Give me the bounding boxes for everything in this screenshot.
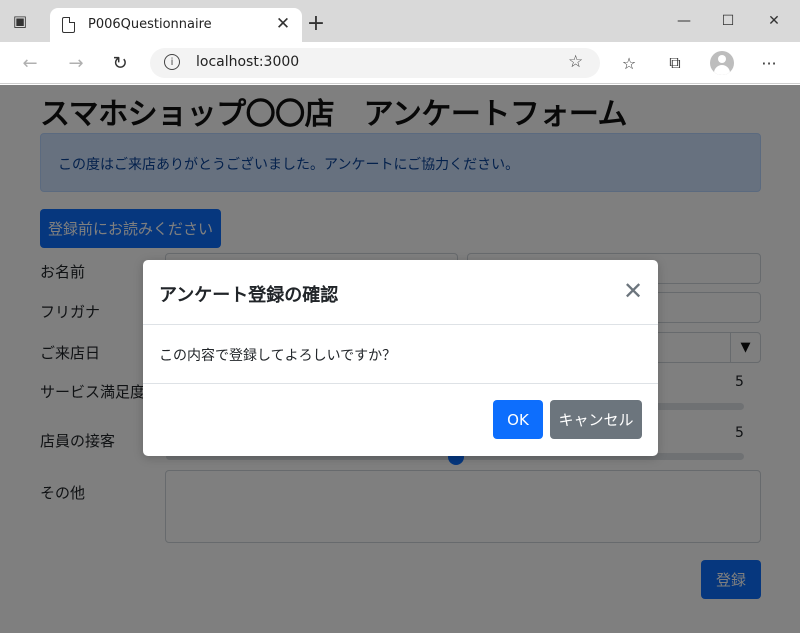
close-icon[interactable]: ✕ (620, 278, 646, 304)
browser-tab[interactable]: P006Questionnaire ✕ (50, 8, 302, 42)
ok-button[interactable]: OK (493, 400, 543, 439)
collections-icon[interactable]: ⧉ (662, 51, 688, 75)
minimize-icon[interactable]: — (664, 6, 704, 36)
info-icon[interactable]: i (164, 54, 180, 70)
favorites-icon[interactable]: ☆ (616, 51, 642, 75)
maximize-icon[interactable]: ☐ (708, 6, 748, 36)
modal-message: この内容で登録してよろしいですか？ (159, 348, 397, 364)
page-icon (62, 17, 75, 33)
cancel-button[interactable]: キャンセル (550, 400, 642, 439)
page-content: スマホショップ〇〇店 アンケートフォーム この度はご来店ありがとうございました。… (0, 85, 800, 633)
modal-header: アンケート登録の確認 ✕ (143, 260, 658, 325)
address-bar: ← → ↻ i localhost:3000 ☆ ☆ ⧉ ··· (0, 42, 800, 84)
window-close-icon[interactable]: ✕ (754, 6, 794, 36)
url-text: localhost:3000 (196, 54, 300, 70)
close-tab-icon[interactable]: ✕ (272, 13, 294, 35)
more-icon[interactable]: ··· (756, 51, 782, 75)
arrow-left-icon[interactable]: ← (16, 50, 44, 76)
confirm-dialog: アンケート登録の確認 ✕ この内容で登録してよろしいですか？ OK キャンセル (143, 260, 658, 456)
browser-tab-bar: ▣ P006Questionnaire ✕ + — ☐ ✕ (0, 0, 800, 42)
reload-icon[interactable]: ↻ (106, 50, 134, 76)
plus-icon[interactable]: + (304, 11, 328, 36)
tab-title: P006Questionnaire (88, 17, 212, 32)
arrow-right-icon[interactable]: → (62, 50, 90, 76)
profile-icon[interactable] (710, 51, 734, 75)
window-icon[interactable]: ▣ (10, 11, 30, 31)
modal-title: アンケート登録の確認 (159, 285, 339, 306)
modal-footer: OK キャンセル (143, 383, 658, 456)
star-plus-icon[interactable]: ☆ (568, 52, 583, 72)
url-input[interactable]: i localhost:3000 ☆ (150, 48, 600, 78)
